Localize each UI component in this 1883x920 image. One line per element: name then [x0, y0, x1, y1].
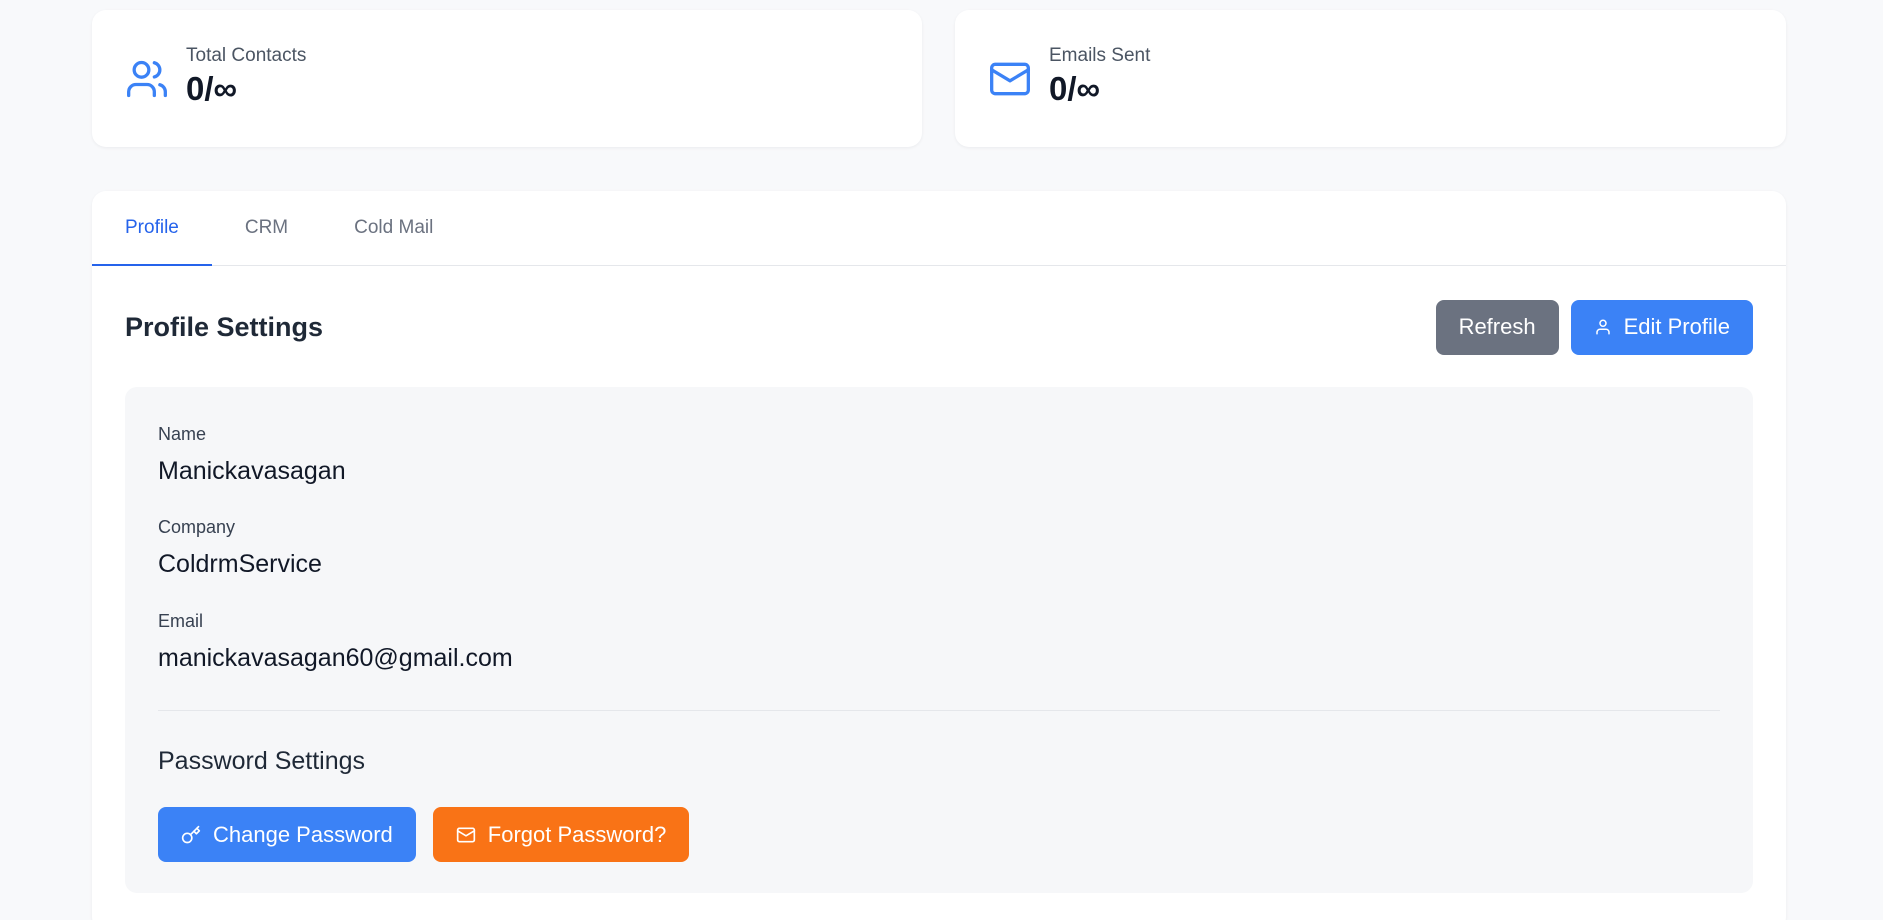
password-settings-title: Password Settings: [158, 747, 366, 775]
refresh-button-label: Refresh: [1458, 314, 1536, 339]
edit-profile-button-label: Edit Profile: [1623, 314, 1730, 339]
change-password-button[interactable]: Change Password: [158, 807, 416, 862]
email-label: Email: [158, 611, 204, 631]
total-contacts-value: 0/∞: [186, 69, 238, 107]
emails-sent-value: 0/∞: [1049, 69, 1101, 107]
emails-sent-card: Emails Sent 0/∞: [955, 10, 1786, 147]
divider: [158, 710, 1720, 711]
key-icon: [181, 825, 201, 845]
header-actions: Refresh Edit Profile: [1435, 299, 1753, 355]
refresh-button[interactable]: Refresh: [1435, 299, 1559, 355]
name-label: Name: [158, 424, 207, 444]
company-label: Company: [158, 517, 236, 537]
name-field: Name Manickavasagan: [158, 423, 346, 487]
forgot-password-button[interactable]: Forgot Password?: [432, 807, 690, 862]
user-icon: [1594, 318, 1612, 336]
emails-sent-label: Emails Sent: [1049, 44, 1151, 66]
profile-info-box: Name Manickavasagan Company ColdrmServic…: [125, 387, 1753, 893]
users-icon: [124, 56, 170, 102]
name-value: Manickavasagan: [158, 457, 346, 485]
total-contacts-card: Total Contacts 0/∞: [92, 10, 922, 147]
total-contacts-label: Total Contacts: [186, 44, 307, 66]
tab-crm[interactable]: CRM: [212, 191, 321, 265]
change-password-button-label: Change Password: [213, 821, 393, 847]
email-value: manickavasagan60@gmail.com: [158, 644, 513, 672]
company-value: ColdrmService: [158, 550, 322, 578]
tab-profile[interactable]: Profile: [92, 191, 212, 266]
tab-bar: Profile CRM Cold Mail: [92, 191, 1786, 266]
tab-cold-mail[interactable]: Cold Mail: [321, 191, 466, 265]
mail-icon: [456, 825, 476, 845]
mail-icon: [987, 56, 1033, 102]
page-title: Profile Settings: [125, 311, 324, 342]
settings-panel: Profile CRM Cold Mail Profile Settings R…: [92, 191, 1786, 920]
password-actions: Change Password Forgot Password?: [158, 807, 690, 862]
forgot-password-button-label: Forgot Password?: [487, 821, 667, 847]
email-field: Email manickavasagan60@gmail.com: [158, 610, 513, 674]
company-field: Company ColdrmService: [158, 516, 322, 580]
profile-header: Profile Settings Refresh Edit Profile: [125, 299, 1753, 355]
edit-profile-button[interactable]: Edit Profile: [1570, 299, 1753, 355]
